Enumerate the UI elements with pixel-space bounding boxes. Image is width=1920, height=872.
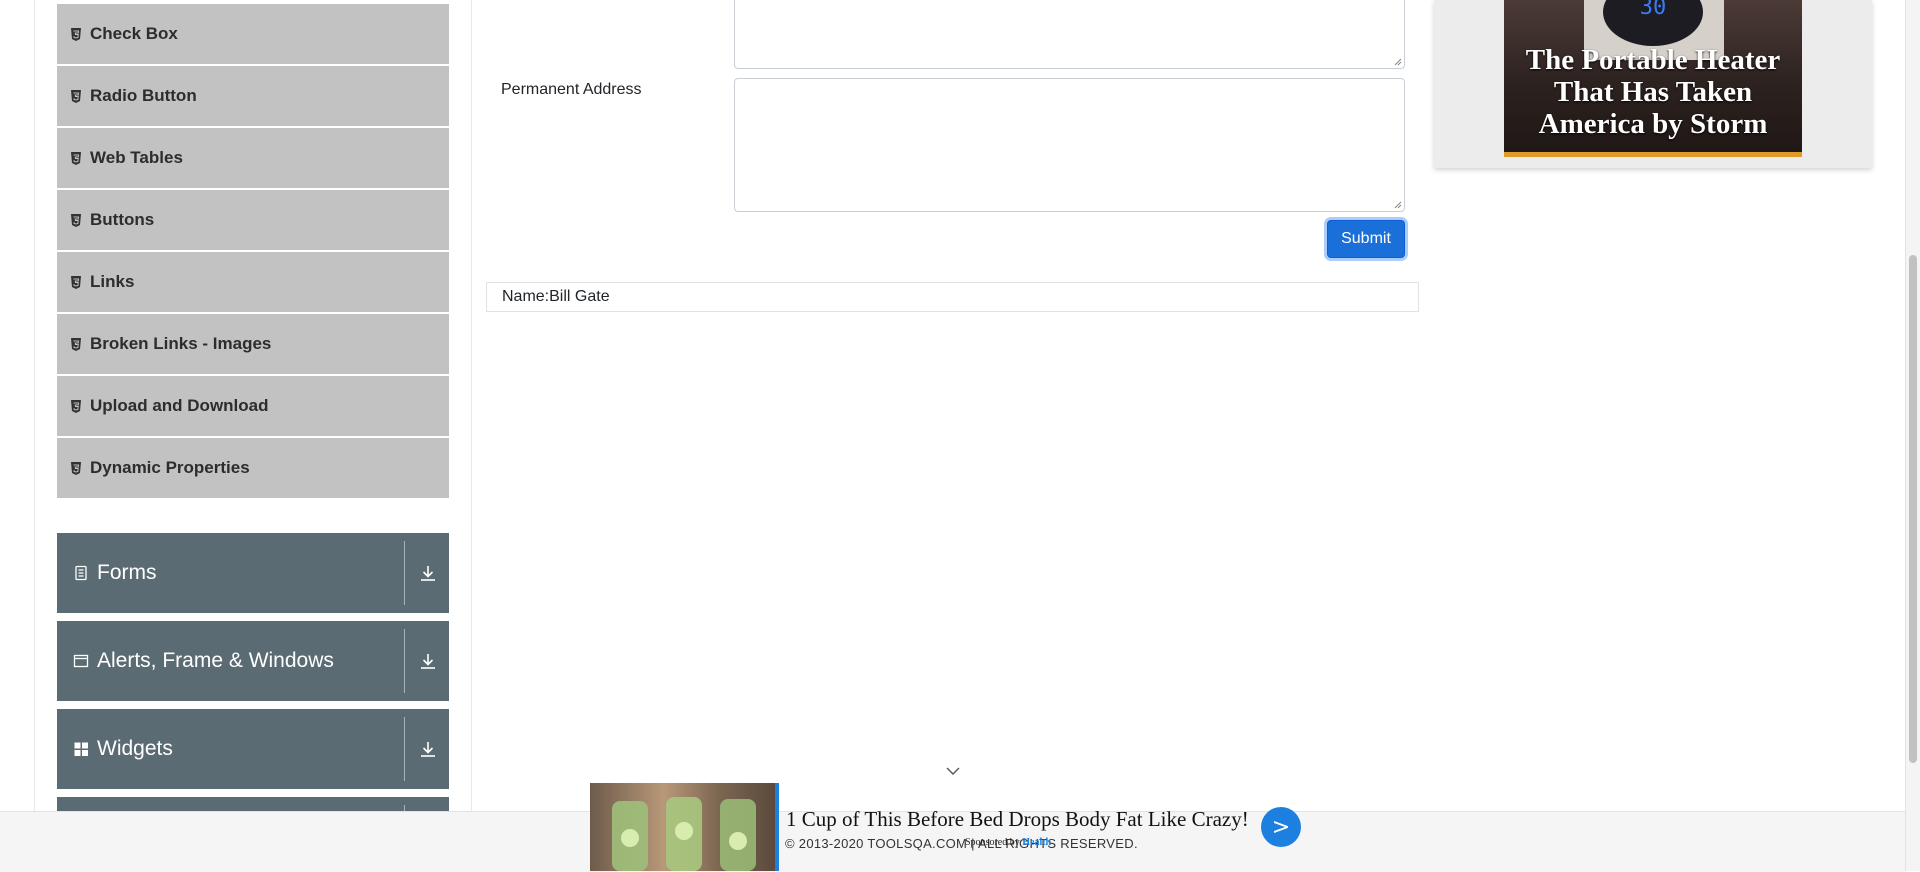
sponsor-prefix: Sponsored by: [965, 837, 1020, 848]
group-label: Forms: [97, 561, 157, 584]
group-forms[interactable]: Forms: [57, 533, 449, 613]
ad-image: 30 The Portable Heater That Has Taken Am…: [1504, 0, 1802, 157]
menu-item-buttons[interactable]: Buttons: [57, 190, 449, 252]
scrollbar-thumb[interactable]: [1909, 255, 1917, 763]
window-icon: [73, 654, 89, 668]
group-title: Widgets: [73, 709, 173, 789]
page-scrollbar[interactable]: [1905, 0, 1920, 871]
html5-icon: [71, 275, 81, 289]
resize-handle-icon: [1394, 201, 1402, 209]
menu-item-links[interactable]: Links: [57, 252, 449, 314]
menu-item-label: Radio Button: [90, 86, 197, 105]
menu-item-label: Dynamic Properties: [90, 458, 250, 477]
html5-icon: [71, 461, 81, 475]
html5-icon: [71, 27, 81, 41]
group-label: Widgets: [97, 737, 173, 760]
bottom-advertisement[interactable]: 1 Cup of This Before Bed Drops Body Fat …: [590, 783, 1303, 871]
ad-thumbnail: [590, 783, 779, 871]
html5-icon: [71, 151, 81, 165]
menu-item-label: Check Box: [90, 24, 178, 43]
download-arrow-icon: [421, 654, 435, 669]
menu-item-label: Upload and Download: [90, 396, 269, 415]
ad-headline: The Portable Heater That Has Taken Ameri…: [1525, 44, 1781, 140]
resize-handle-icon: [1394, 58, 1402, 66]
sponsor-brand: Health: [1022, 837, 1052, 848]
permanent-address-textarea[interactable]: [734, 78, 1405, 212]
submit-button[interactable]: Submit: [1327, 220, 1405, 258]
menu-item-label: Buttons: [90, 210, 155, 229]
bottom-ad-headline: 1 Cup of This Before Bed Drops Body Fat …: [786, 807, 1249, 831]
menu-item-broken-links[interactable]: Broken Links - Images: [57, 314, 449, 376]
download-arrow-icon: [421, 566, 435, 581]
chevron-down-icon[interactable]: [946, 766, 960, 776]
group-alerts-frame-windows[interactable]: Alerts, Frame & Windows: [57, 621, 449, 701]
html5-icon: [71, 213, 81, 227]
menu-item-web-tables[interactable]: Web Tables: [57, 128, 449, 190]
group-title: Alerts, Frame & Windows: [73, 621, 334, 701]
bottom-ad-sponsor: Sponsored by Health: [965, 837, 1051, 848]
current-address-textarea[interactable]: [734, 0, 1405, 69]
group-label: Alerts, Frame & Windows: [97, 649, 334, 672]
divider: [404, 717, 405, 781]
output-name-text: Name:Bill Gate: [502, 288, 610, 305]
menu-item-label: Links: [90, 272, 135, 291]
heater-display-value: 30: [1640, 0, 1667, 20]
right-advertisement[interactable]: 30 The Portable Heater That Has Taken Am…: [1434, 0, 1872, 168]
bottles-image: [612, 797, 756, 871]
elements-menu-list: Check Box Radio Button Web Tables Button…: [57, 0, 449, 500]
permanent-address-label: Permanent Address: [501, 81, 642, 98]
document-icon: [75, 565, 87, 581]
menu-item-check-box[interactable]: Check Box: [57, 0, 449, 66]
divider: [404, 541, 405, 605]
menu-item-radio-button[interactable]: Radio Button: [57, 66, 449, 128]
bottom-ad-go-button[interactable]: >: [1261, 807, 1301, 847]
group-widgets[interactable]: Widgets: [57, 709, 449, 789]
menu-item-upload-download[interactable]: Upload and Download: [57, 376, 449, 438]
menu-item-label: Web Tables: [90, 148, 183, 167]
html5-icon: [71, 89, 81, 103]
html5-icon: [71, 337, 81, 351]
group-title: Forms: [73, 533, 157, 613]
menu-item-label: Broken Links - Images: [90, 334, 272, 353]
divider: [404, 629, 405, 693]
grid-icon: [74, 742, 88, 756]
download-arrow-icon: [421, 742, 435, 757]
left-panel: Check Box Radio Button Web Tables Button…: [34, 0, 472, 871]
html5-icon: [71, 399, 81, 413]
output-box: Name:Bill Gate: [486, 282, 1419, 312]
menu-item-dynamic-properties[interactable]: Dynamic Properties: [57, 438, 449, 500]
